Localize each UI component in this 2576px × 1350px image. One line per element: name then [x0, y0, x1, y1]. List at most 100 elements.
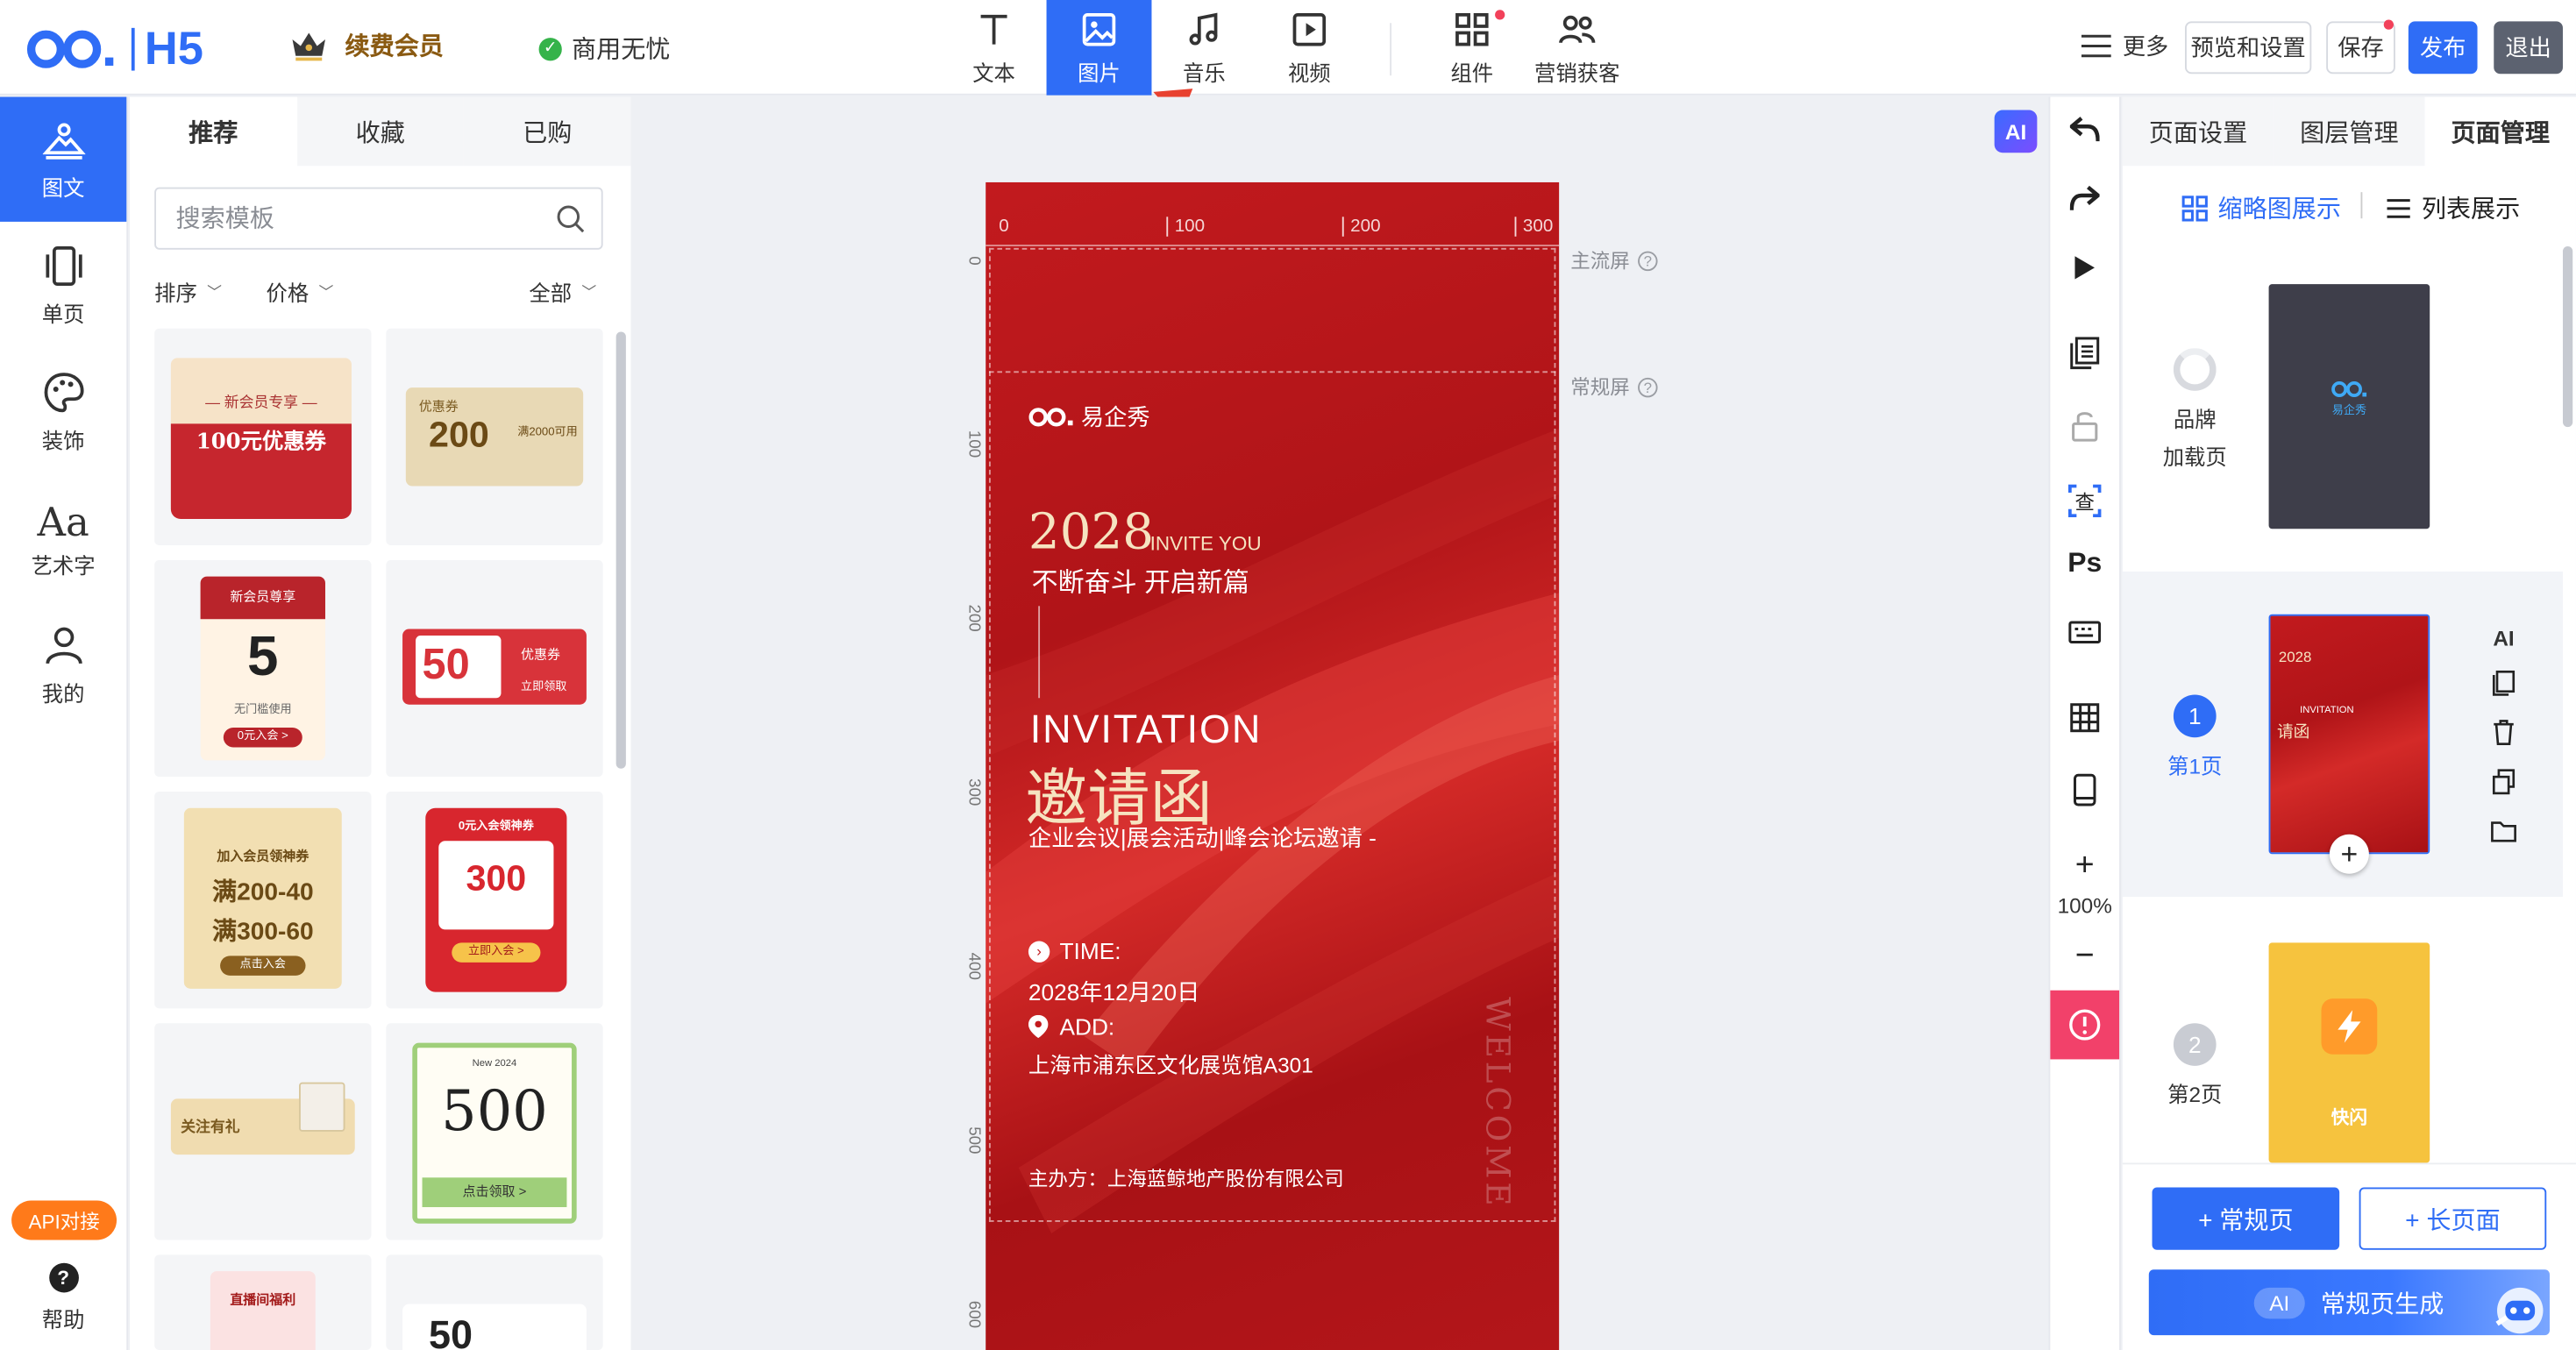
chevron-down-icon: ﹀: [207, 284, 223, 301]
vip-renew[interactable]: 续费会员: [289, 28, 444, 62]
invite-brand[interactable]: 易企秀: [1028, 401, 1150, 433]
ruler-tick: 100: [964, 430, 983, 458]
add-page-after-icon[interactable]: +: [2329, 834, 2369, 874]
time-label: TIME:: [1059, 937, 1121, 964]
tool-video[interactable]: 视频: [1256, 0, 1362, 96]
page-icon: [45, 245, 82, 286]
template-card[interactable]: 0元入会领神券 300 立即入会 >: [386, 792, 603, 1009]
list-view-toggle[interactable]: 列表展示: [2386, 190, 2520, 224]
brand-loading-thumbnail[interactable]: 易企秀: [2268, 284, 2430, 529]
app-logo[interactable]: H5: [26, 23, 203, 75]
question-icon[interactable]: ?: [1638, 250, 1658, 271]
exit-button[interactable]: 退出: [2494, 21, 2563, 75]
tool-text[interactable]: 文本: [942, 0, 1047, 96]
invite-slogan[interactable]: 不断奋斗 开启新篇: [1032, 560, 1249, 600]
copy-icon[interactable]: [2063, 331, 2106, 374]
page-2-thumbnail[interactable]: 快闪: [2268, 942, 2430, 1163]
template-card[interactable]: New 2024 500 点击领取 >: [386, 1023, 603, 1240]
thumbnail-view-toggle[interactable]: 缩略图展示: [2181, 190, 2341, 224]
tab-recommend[interactable]: 推荐: [130, 96, 297, 167]
page-copy-icon[interactable]: [2487, 667, 2520, 700]
tab-page-manager[interactable]: 页面管理: [2424, 96, 2576, 167]
photoshop-import-icon[interactable]: Ps: [2063, 542, 2106, 585]
invite-subtitle[interactable]: 企业会议|展会活动|峰会论坛邀请 -: [1028, 821, 1377, 854]
play-icon[interactable]: [2063, 246, 2106, 289]
tab-page-settings[interactable]: 页面设置: [2122, 96, 2274, 167]
undo-icon[interactable]: [2063, 109, 2106, 152]
card-value: 200: [429, 414, 489, 455]
api-integration-button[interactable]: API对接: [11, 1200, 117, 1240]
page-ai-icon[interactable]: AI: [2487, 621, 2520, 653]
page-1-thumbnail[interactable]: 2028 INVITATION 请函: [2268, 614, 2430, 855]
question-icon[interactable]: ?: [1638, 376, 1658, 397]
template-card[interactable]: 50: [386, 1254, 603, 1350]
help-button[interactable]: ? 帮助: [0, 1252, 126, 1344]
rail-item-graphics[interactable]: 图文: [0, 96, 127, 222]
template-card[interactable]: 新会员尊享 5 无门槛使用 0元入会 >: [154, 559, 372, 778]
loading-icon: [2173, 348, 2217, 391]
page-list-scrollbar[interactable]: [2562, 246, 2573, 428]
tab-favorites[interactable]: 收藏: [296, 96, 465, 167]
time-label-row[interactable]: › TIME:: [1028, 938, 1121, 964]
address-value[interactable]: 上海市浦东区文化展览馆A301: [1028, 1048, 1313, 1079]
template-card[interactable]: 关注有礼: [154, 1023, 372, 1240]
add-long-page-button[interactable]: + 长页面: [2359, 1187, 2547, 1250]
rail-item-art-text[interactable]: Aa 艺术字: [0, 476, 126, 600]
template-scrollbar[interactable]: [616, 331, 626, 769]
grid-icon[interactable]: [2063, 696, 2106, 739]
preview-settings-button[interactable]: 预览和设置: [2185, 21, 2312, 75]
time-value[interactable]: 2028年12月20日: [1028, 976, 1199, 1008]
save-button[interactable]: 保存: [2326, 21, 2395, 75]
view-divider: [2360, 192, 2363, 219]
ai-assistant-button[interactable]: AI: [1994, 110, 2038, 153]
zoom-out-icon[interactable]: −: [2063, 934, 2106, 977]
template-search[interactable]: [154, 187, 603, 250]
main-screen-text: 主流屏: [1570, 249, 1630, 274]
template-card[interactable]: 加入会员领神券 满200-40 满300-60 点击入会: [154, 792, 372, 1009]
add-normal-page-button[interactable]: + 常规页: [2152, 1187, 2340, 1250]
host-text[interactable]: 主办方：上海蓝鲸地产股份有限公司: [1028, 1164, 1344, 1192]
inspect-icon[interactable]: 查: [2063, 480, 2106, 522]
template-card[interactable]: 优惠券 200 满2000可用: [386, 328, 603, 546]
more-menu[interactable]: 更多: [2080, 30, 2168, 62]
page-canvas[interactable]: 0 100 200 300 易企秀 2028 INVITE YOU 不断奋斗 开…: [986, 181, 1560, 1350]
tool-music[interactable]: 音乐: [1151, 0, 1256, 96]
commercial-label: 商用无忧: [572, 36, 671, 65]
lock-icon[interactable]: [2063, 404, 2106, 447]
brand-logo-icon: [2331, 381, 2367, 398]
category-dropdown[interactable]: 全部 ﹀: [529, 276, 596, 308]
keyboard-icon[interactable]: [2063, 611, 2106, 654]
sort-dropdown[interactable]: 排序 ﹀: [154, 276, 222, 308]
commercial-badge[interactable]: ✓ 商用无忧: [538, 32, 671, 66]
tool-image[interactable]: 图片: [1046, 0, 1152, 96]
invite-you[interactable]: INVITE YOU: [1150, 532, 1262, 555]
tab-purchased[interactable]: 已购: [464, 96, 631, 167]
publish-button[interactable]: 发布: [2408, 21, 2478, 75]
price-dropdown[interactable]: 价格 ﹀: [267, 276, 334, 308]
tool-component[interactable]: 组件: [1420, 0, 1525, 96]
zoom-in-icon[interactable]: +: [2063, 844, 2106, 887]
page-delete-icon[interactable]: [2487, 716, 2520, 749]
rail-item-decoration[interactable]: 装饰: [0, 350, 126, 474]
invite-year[interactable]: 2028: [1028, 504, 1154, 562]
chevron-down-icon: ﹀: [581, 284, 597, 301]
warning-button[interactable]: [2050, 990, 2120, 1060]
template-card[interactable]: 50 立即领取 优惠券: [386, 559, 603, 778]
page-folder-icon[interactable]: [2487, 814, 2520, 847]
card-title: 直播间福利: [230, 1292, 296, 1308]
search-icon[interactable]: [555, 203, 585, 233]
page-duplicate-icon[interactable]: [2487, 765, 2520, 798]
tool-label: 文本: [972, 60, 1015, 85]
address-label-row[interactable]: ADD:: [1028, 1013, 1114, 1040]
list-icon: [2081, 34, 2111, 58]
redo-icon[interactable]: [2063, 177, 2106, 220]
template-card[interactable]: — 新会员专享 — 100元优惠券: [154, 328, 372, 546]
rail-item-single-page[interactable]: 单页: [0, 224, 126, 348]
search-input[interactable]: [175, 204, 537, 233]
decor-line: [1038, 606, 1041, 699]
tab-layer-manager[interactable]: 图层管理: [2274, 96, 2425, 167]
device-icon[interactable]: [2063, 769, 2106, 812]
rail-item-mine[interactable]: 我的: [0, 603, 126, 728]
tool-marketing[interactable]: 营销获客: [1525, 0, 1630, 96]
template-card[interactable]: 直播间福利: [154, 1254, 372, 1350]
